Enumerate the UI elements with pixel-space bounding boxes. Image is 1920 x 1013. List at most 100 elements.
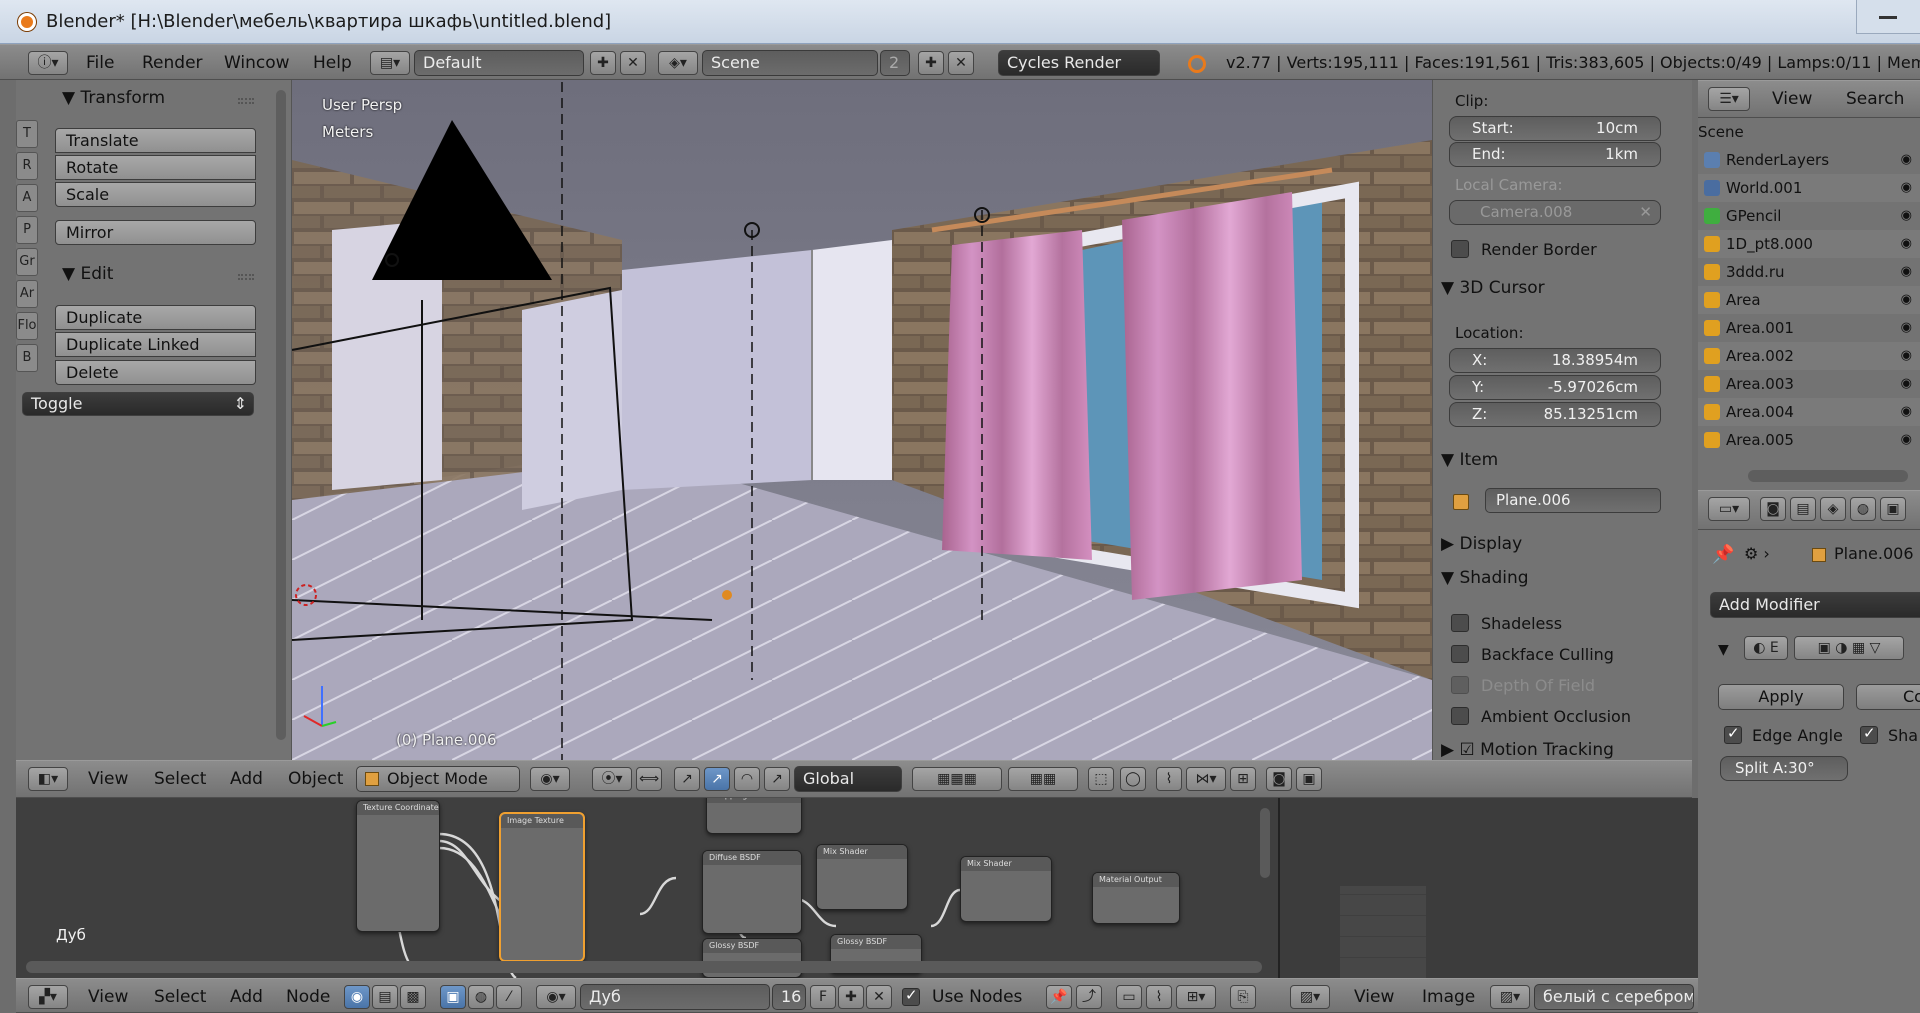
mapping-node[interactable]: Mapping [706, 798, 802, 834]
outliner-row[interactable]: Area.005 ◉ [1698, 426, 1920, 454]
tab-grease[interactable]: Gr [16, 248, 38, 276]
outliner-editor-icon[interactable]: ☰▾ [1708, 87, 1750, 111]
tool-shelf-scrollbar[interactable] [276, 90, 286, 740]
eye-icon[interactable]: ◉ [1901, 426, 1912, 454]
outliner-row[interactable]: Area.003 ◉ [1698, 370, 1920, 398]
eye-icon[interactable]: ◉ [1901, 258, 1912, 286]
duplicate-linked-button[interactable]: Duplicate Linked [55, 332, 256, 357]
layers-grid-icon[interactable]: ▦▦▦ [912, 767, 1002, 791]
display-panel-title[interactable]: ▶ Display [1441, 534, 1522, 554]
scale-button[interactable]: Scale [55, 182, 256, 207]
eye-icon[interactable]: ◉ [1901, 342, 1912, 370]
outliner-row[interactable]: Area.001 ◉ [1698, 314, 1920, 342]
linestyle-icon[interactable]: ⁄ [496, 985, 522, 1009]
clear-icon[interactable]: ✕ [1639, 201, 1652, 224]
properties-editor-icon[interactable]: ▭▾ [1708, 497, 1750, 521]
eye-icon[interactable]: ◉ [1901, 146, 1912, 174]
fake-user-icon[interactable]: F [810, 985, 836, 1009]
motion-tracking-panel-title[interactable]: ▶ ☑ Motion Tracking [1441, 740, 1614, 760]
snap-icon[interactable]: ⌇ [1156, 767, 1182, 791]
menu-view[interactable]: View [88, 767, 128, 791]
shader-nodes-icon[interactable]: ◉ [344, 985, 370, 1009]
image-menu-image[interactable]: Image [1422, 985, 1475, 1009]
image-browse-icon[interactable]: ▨▾ [1490, 985, 1530, 1009]
copy-button[interactable]: Co [1856, 684, 1920, 710]
mix-shader-node-2[interactable]: Mix Shader [960, 856, 1052, 922]
world-tab-icon[interactable]: ◍ [1850, 497, 1876, 521]
lock-camera-icon[interactable]: ⬚ [1088, 767, 1114, 791]
edit-grip[interactable] [238, 274, 254, 280]
node-hscrollbar[interactable] [26, 961, 1262, 973]
tab-flo[interactable]: Flo [16, 312, 38, 340]
image-texture-node[interactable]: Image Texture [499, 812, 585, 962]
remove-scene-icon[interactable]: ✕ [948, 51, 974, 75]
material-output-node[interactable]: Material Output [1092, 872, 1180, 924]
node-menu-add[interactable]: Add [230, 985, 263, 1009]
eye-icon[interactable]: ◉ [1901, 202, 1912, 230]
cursor-x-field[interactable]: X: 18.38954m [1449, 348, 1661, 373]
remove-layout-icon[interactable]: ✕ [620, 51, 646, 75]
rotate-manipulator-icon[interactable]: ↗ [704, 767, 730, 791]
node-editor-type-icon[interactable]: ▞▾ [28, 985, 68, 1009]
eye-icon[interactable]: ◉ [1901, 230, 1912, 258]
modifier-visibility-icon[interactable]: ▣ ◑ ▦ ▽ [1794, 636, 1904, 660]
menu-window[interactable]: Wincow [224, 51, 290, 75]
add-modifier-button[interactable]: Add Modifier [1710, 592, 1920, 618]
tab-tools[interactable]: T [16, 120, 38, 148]
node-vscrollbar[interactable] [1260, 808, 1270, 878]
outliner-row[interactable]: 1D_pt8.000 ◉ [1698, 230, 1920, 258]
scene-icon[interactable]: ◈▾ [658, 51, 698, 75]
cursor-y-field[interactable]: Y: -5.97026cm [1449, 375, 1661, 400]
sharp-checkbox[interactable] [1860, 724, 1878, 744]
split-angle-field[interactable]: Split A:30° [1720, 756, 1848, 781]
menu-help[interactable]: Help [313, 51, 352, 75]
eye-icon[interactable]: ◉ [1901, 370, 1912, 398]
material-name-field[interactable]: Дуб [580, 984, 770, 1010]
proportional-edit-icon[interactable]: ◯ [1120, 767, 1146, 791]
scale-manipulator-icon[interactable]: ◠ [734, 767, 760, 791]
object-tab-icon[interactable]: ▣ [1880, 497, 1906, 521]
edit-panel-title[interactable]: ▼ Edit [62, 264, 113, 284]
screen-layout-icon[interactable]: ▤▾ [370, 51, 410, 75]
outliner-row[interactable]: Area ◉ [1698, 286, 1920, 314]
pin-nodes-icon[interactable]: 📌 [1046, 985, 1072, 1009]
transform-grip[interactable] [238, 98, 254, 104]
mix-shader-node-1[interactable]: Mix Shader [816, 844, 908, 910]
image-editor[interactable] [1278, 798, 1698, 978]
image-menu-view[interactable]: View [1354, 985, 1394, 1009]
node-snap-element-icon[interactable]: ⊞▾ [1176, 985, 1216, 1009]
transform-orientation-select[interactable]: Global [794, 766, 902, 792]
editor-type-icon[interactable]: ◧▾ [28, 767, 68, 791]
menu-render[interactable]: Render [142, 51, 203, 75]
local-camera-field[interactable]: Camera.008 ✕ [1449, 200, 1661, 225]
parent-node-icon[interactable]: ⤴ [1076, 985, 1102, 1009]
unlink-material-icon[interactable]: ✕ [866, 985, 892, 1009]
node-editor[interactable]: Texture Coordinate Image Texture Mapping… [16, 798, 1278, 978]
manipulator-toggle-icon[interactable]: ⟺ [636, 767, 662, 791]
outliner-root-scene[interactable]: Scene [1698, 118, 1920, 146]
copy-nodes-icon[interactable]: ⎘ [1230, 985, 1256, 1009]
menu-object[interactable]: Object [288, 767, 343, 791]
apply-button[interactable]: Apply [1718, 684, 1844, 710]
eye-icon[interactable]: ◉ [1901, 314, 1912, 342]
tab-archimesh[interactable]: Ar [16, 280, 38, 308]
layers-grid-2-icon[interactable]: ▦▦ [1008, 767, 1078, 791]
item-panel-title[interactable]: ▼ Item [1441, 450, 1498, 470]
world-shader-icon[interactable]: ◍ [468, 985, 494, 1009]
3d-viewport[interactable]: User Persp Meters (0) Plane.006 [292, 80, 1432, 760]
toggle-select[interactable]: Toggle ⇕ [22, 392, 254, 416]
pin-icon[interactable]: 📌 [1712, 544, 1734, 565]
node-menu-view[interactable]: View [88, 985, 128, 1009]
texture-nodes-icon[interactable]: ▤ [372, 985, 398, 1009]
scene-tab-icon[interactable]: ◈ [1820, 497, 1846, 521]
eye-icon[interactable]: ◉ [1901, 398, 1912, 426]
outliner-row[interactable]: GPencil ◉ [1698, 202, 1920, 230]
snap-element-icon[interactable]: ⋈▾ [1186, 767, 1226, 791]
manipulator-extra-icon[interactable]: ↗ [764, 767, 790, 791]
use-nodes-checkbox[interactable] [902, 986, 920, 1006]
snap-target-icon[interactable]: ⊞ [1230, 767, 1256, 791]
transform-panel-title[interactable]: ▼ Transform [62, 88, 165, 108]
diffuse-bsdf-node[interactable]: Diffuse BSDF [702, 850, 802, 934]
viewport-shading-icon[interactable]: ◉▾ [530, 767, 570, 791]
tab-physics[interactable]: P [16, 216, 38, 244]
